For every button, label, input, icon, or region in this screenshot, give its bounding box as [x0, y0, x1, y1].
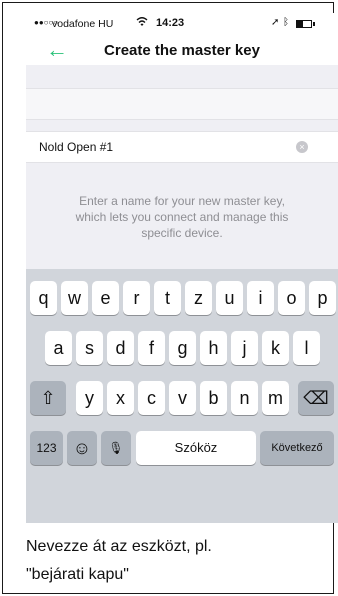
name-field-row[interactable]: × — [26, 131, 338, 163]
key-g[interactable]: g — [169, 331, 196, 365]
emoji-key[interactable]: ☺ — [67, 431, 97, 465]
key-v[interactable]: v — [169, 381, 196, 415]
master-key-name-input[interactable] — [39, 138, 279, 156]
location-arrow-icon: ➚ — [271, 17, 280, 28]
on-screen-keyboard: q w e r t z u i o p a s d f g h j k l ⇧ y x c v b n m ⌫ 123 ☺ 🎙 Szóköz K… — [26, 269, 338, 523]
battery-icon — [296, 20, 312, 28]
instruction-caption: Nevezze át az eszközt, pl. "bejárati kap… — [26, 533, 326, 589]
key-x[interactable]: x — [107, 381, 134, 415]
caption-line-1: Nevezze át az eszközt, pl. — [26, 538, 212, 555]
key-c[interactable]: c — [138, 381, 165, 415]
key-y[interactable]: y — [76, 381, 103, 415]
key-m[interactable]: m — [262, 381, 289, 415]
hint-text: Enter a name for your new master key, wh… — [75, 194, 289, 240]
key-j[interactable]: j — [231, 331, 258, 365]
phone-screen: ●●○○○ vodafone HU 14:23 ➚ ᛒ ← Create the… — [26, 13, 338, 523]
next-key[interactable]: Következő — [260, 431, 334, 465]
clock: 14:23 — [156, 17, 185, 29]
numbers-key[interactable]: 123 — [30, 431, 63, 465]
navigation-bar: ← Create the master key — [26, 35, 338, 65]
key-f[interactable]: f — [138, 331, 165, 365]
key-n[interactable]: n — [231, 381, 258, 415]
key-k[interactable]: k — [262, 331, 289, 365]
key-h[interactable]: h — [200, 331, 227, 365]
key-e[interactable]: e — [92, 281, 119, 315]
key-d[interactable]: d — [107, 331, 134, 365]
key-b[interactable]: b — [200, 381, 227, 415]
key-p[interactable]: p — [309, 281, 336, 315]
key-s[interactable]: s — [76, 331, 103, 365]
wifi-icon — [136, 16, 148, 31]
key-i[interactable]: i — [247, 281, 274, 315]
page-title: Create the master key — [104, 42, 260, 59]
key-z[interactable]: z — [185, 281, 212, 315]
space-key[interactable]: Szóköz — [136, 431, 256, 465]
delete-key[interactable]: ⌫ — [298, 381, 334, 415]
bluetooth-icon: ᛒ — [283, 17, 289, 28]
battery-level — [297, 21, 303, 27]
key-w[interactable]: w — [61, 281, 88, 315]
key-l[interactable]: l — [293, 331, 320, 365]
screenshot-frame: ●●○○○ vodafone HU 14:23 ➚ ᛒ ← Create the… — [2, 2, 338, 594]
shift-key[interactable]: ⇧ — [30, 381, 66, 415]
key-t[interactable]: t — [154, 281, 181, 315]
caption-line-2: "bejárati kapu" — [26, 566, 129, 583]
key-u[interactable]: u — [216, 281, 243, 315]
microphone-key[interactable]: 🎙 — [101, 431, 131, 465]
key-r[interactable]: r — [123, 281, 150, 315]
key-q[interactable]: q — [30, 281, 57, 315]
key-o[interactable]: o — [278, 281, 305, 315]
status-bar: ●●○○○ vodafone HU 14:23 ➚ ᛒ — [26, 13, 338, 35]
key-a[interactable]: a — [45, 331, 72, 365]
carrier-name: vodafone HU — [52, 18, 114, 30]
clear-text-icon[interactable]: × — [296, 141, 308, 153]
battery-tip — [313, 22, 315, 26]
empty-row — [26, 88, 338, 120]
